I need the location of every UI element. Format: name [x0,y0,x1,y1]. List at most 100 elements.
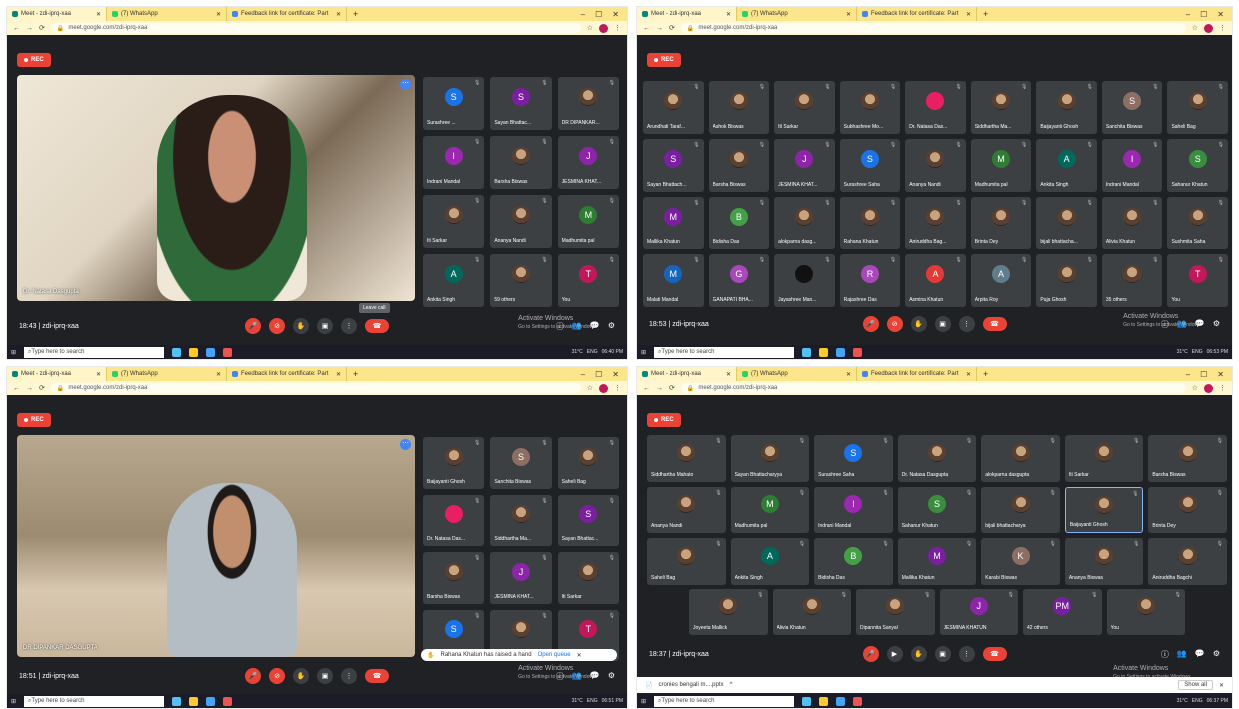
participant-tile[interactable]: 🎙 Dr. Natasa Dasgupta [897,435,977,482]
participant-tile[interactable]: 🎙 Barsha Biswas [708,138,770,192]
tab-feedback[interactable]: Feedback link for certificate: Part ✕ [227,367,347,381]
minimize-button[interactable]: – [581,370,585,379]
participant-tile[interactable]: M 🎙 Mallika Khatun [643,196,704,250]
close-window-button[interactable]: ✕ [612,10,619,19]
more-options-button[interactable]: ⋮ [958,316,975,332]
leave-call-button[interactable]: ☎ [982,317,1007,331]
participant-tile[interactable]: 🎙 Siddhartha Ma... [490,494,552,546]
participant-tile[interactable]: 🎙 Alivia Khatun [772,589,851,635]
participant-tile[interactable]: I 🎙 Indrani Mandal [1101,138,1163,192]
camera-off-button[interactable]: ⊘ [269,668,285,684]
participant-tile[interactable]: A 🎙 Asmina Khatun [905,254,966,307]
back-icon[interactable]: ← [643,25,650,32]
tab-whatsapp[interactable]: (7) WhatsApp ✕ [737,7,857,21]
participant-tile[interactable]: 🎙 59 others [490,254,552,307]
maximize-button[interactable]: ☐ [1200,10,1207,19]
leave-call-button[interactable]: ☎ [982,647,1007,661]
close-tab-icon[interactable]: ✕ [842,11,851,18]
more-options-button[interactable]: ⋮ [341,318,357,334]
participant-tile[interactable]: G 🎙 GANAPATI BHA... [708,254,770,307]
start-icon[interactable]: ⊞ [11,698,16,705]
participant-tile[interactable]: 🎙 Iti Sarkar [557,552,619,604]
participant-tile[interactable]: 🎙 Dr. Natasa Das... [905,81,966,134]
chrome-icon[interactable] [223,696,233,706]
close-window-button[interactable]: ✕ [1217,370,1224,379]
tab-feedback[interactable]: Feedback link for certificate: Part ✕ [857,367,977,381]
participant-tile[interactable]: J 🎙 JESMINA KHAT... [774,138,835,192]
star-icon[interactable]: ☆ [587,384,593,392]
new-tab-button[interactable]: + [977,369,994,379]
participant-tile[interactable]: R 🎙 Rajashree Das [839,254,901,307]
participant-tile[interactable]: 🎙 alokparna dasg... [774,196,835,250]
back-icon[interactable]: ← [643,385,650,392]
tab-meet[interactable]: Meet - zdi-iprq-xaa ✕ [7,367,107,381]
participant-tile[interactable]: 🎙 Siddhartha Mahato [647,435,726,482]
participant-tile[interactable]: 🎙 You [1106,589,1185,635]
edge-icon[interactable] [172,696,182,706]
forward-icon[interactable]: → [656,25,663,32]
back-icon[interactable]: ← [13,25,20,32]
participant-tile[interactable]: 🎙 bijali bhattacharya [981,486,1060,534]
edge-icon[interactable] [172,347,182,357]
tab-whatsapp[interactable]: (7) WhatsApp ✕ [107,367,227,381]
tab-meet[interactable]: Meet - zdi-iprq-xaa ✕ [637,7,737,21]
participant-tile[interactable]: J 🎙 JESMINA KHAT... [490,552,552,604]
participant-tile[interactable]: 🎙 alokparna dasgupta [981,435,1060,482]
participant-tile[interactable]: A 🎙 Ankita Singh [1036,138,1097,192]
star-icon[interactable]: ☆ [1192,24,1198,32]
participant-tile[interactable]: S 🎙 Sayan Bhattac... [490,77,552,130]
minimize-button[interactable]: – [581,10,585,19]
raise-hand-button[interactable]: ✋ [910,316,927,332]
menu-icon[interactable]: ⋮ [1219,24,1226,32]
participant-tile[interactable]: S 🎙 Surashree Saha [839,138,901,192]
participant-tile[interactable]: 🎙 Saheli Bag [557,437,619,489]
participant-tile[interactable]: 🎙 Arundhati Taraf... [643,81,704,134]
tab-feedback[interactable]: Feedback link for certificate: Part ✕ [227,7,347,21]
camera-off-button[interactable]: ⊘ [886,316,903,332]
close-tab-icon[interactable]: ✕ [332,11,341,18]
participant-tile[interactable]: J 🎙 JESMINA KHAT... [557,136,619,189]
tab-meet[interactable]: Meet - zdi-iprq-xaa ✕ [637,367,737,381]
participant-tile[interactable]: T 🎙 You [557,254,619,307]
close-window-button[interactable]: ✕ [1217,10,1224,19]
tab-meet[interactable]: Meet - zdi-iprq-xaa ✕ [7,7,107,21]
participant-tile[interactable]: 🎙 Sushmita Saha [1167,196,1228,250]
participant-tile[interactable]: I 🎙 Indrani Mandal [814,486,893,534]
minimize-button[interactable]: – [1186,10,1190,19]
folder-icon[interactable] [819,696,829,706]
participant-tile[interactable]: S 🎙 Sayan Bhattach... [643,138,704,192]
profile-avatar[interactable] [599,23,608,33]
forward-icon[interactable]: → [26,385,33,392]
present-button[interactable]: ▣ [317,668,333,684]
participant-tile[interactable]: A 🎙 Ankita Singh [730,538,810,585]
participant-tile[interactable]: A 🎙 Arpita Roy [970,254,1032,307]
back-icon[interactable]: ← [13,385,20,392]
present-button[interactable]: ▣ [934,316,951,332]
leave-call-button[interactable]: ☎ [365,669,389,683]
participant-tile[interactable]: S 🎙 Sayan Bhattac... [557,494,619,546]
tab-whatsapp[interactable]: (7) WhatsApp ✕ [737,367,857,381]
download-filename[interactable]: cronies bengali m....pptx [658,682,723,688]
participant-tile[interactable]: S 🎙 Sahanur Khatun [1167,138,1228,192]
maximize-button[interactable]: ☐ [595,10,602,19]
participant-tile[interactable]: 🎙 Barsha Biswas [1148,435,1227,482]
folder-icon[interactable] [819,347,829,357]
participant-tile[interactable]: M 🎙 Madhumita pal [557,195,619,248]
store-icon[interactable] [206,347,216,357]
participant-tile[interactable]: T 🎙 You [1167,254,1228,307]
participant-tile[interactable]: 🎙 Ananya Nandi [490,195,552,248]
reload-icon[interactable]: ⟳ [39,24,45,32]
new-tab-button[interactable]: + [977,9,994,19]
activities-icon[interactable]: ⚙ [1213,319,1220,330]
reload-icon[interactable]: ⟳ [669,384,675,392]
participant-tile[interactable]: S 🎙 Surashree Saha [814,435,893,482]
mic-off-button[interactable]: 🎤 [245,318,261,334]
menu-icon[interactable]: ⋮ [614,24,621,32]
activities-icon[interactable]: ⚙ [608,671,615,682]
start-icon[interactable]: ⊞ [641,349,646,356]
participant-tile[interactable]: 🎙 Joyeeta Mallick [689,589,768,635]
minimize-button[interactable]: – [1186,370,1190,379]
mic-off-button[interactable]: 🎤 [245,668,261,684]
maximize-button[interactable]: ☐ [1200,370,1207,379]
participant-tile[interactable]: B 🎙 Bidisha Das [708,196,770,250]
